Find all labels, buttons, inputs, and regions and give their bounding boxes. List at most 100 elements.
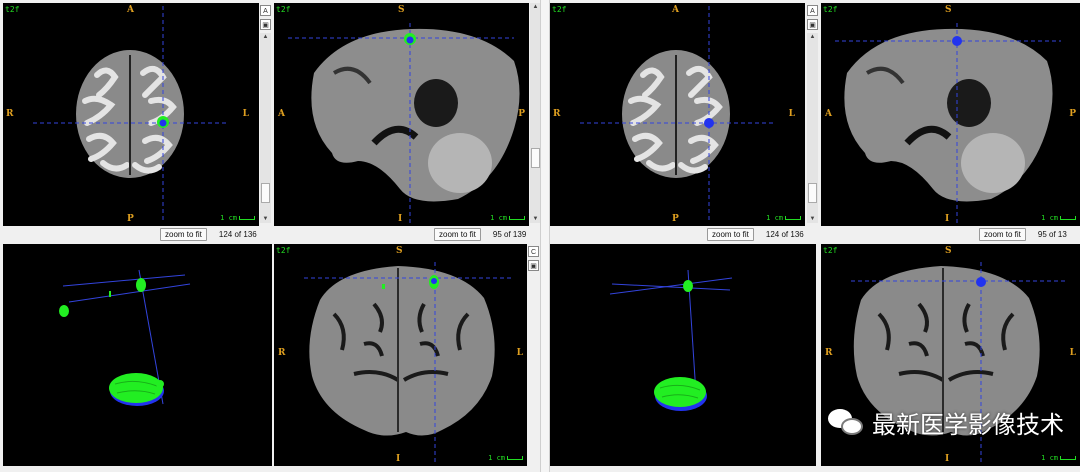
pane-separator[interactable]	[540, 0, 550, 472]
scroll-thumb[interactable]	[261, 183, 270, 203]
axial-slice-image	[33, 6, 229, 223]
scroll-down-icon[interactable]: ▼	[530, 215, 540, 223]
sagittal-status-bar: zoom to fit 95 of 13	[979, 227, 1067, 241]
scale-label: 1 cm	[488, 454, 505, 462]
scroll-down-icon[interactable]: ▼	[807, 215, 818, 223]
axial-scrollbar[interactable]: ▲ ▼	[260, 33, 271, 223]
slice-index-label: 95 of 139	[492, 229, 527, 239]
orient-bottom-label: P	[127, 214, 134, 224]
sagittal-view[interactable]: t2f S I A P 1 cm	[274, 3, 529, 226]
scale-bar: 1 cm	[1041, 214, 1076, 222]
right-viewer-pane: t2f A P R L 1 cm A ▣ ▲ ▼ t2f S I A P 1 c…	[550, 0, 1080, 472]
camera-icon[interactable]: ▣	[528, 260, 539, 271]
zoom-to-fit-button[interactable]: zoom to fit	[707, 227, 754, 241]
scroll-up-icon[interactable]: ▲	[530, 3, 540, 11]
render-3d-view[interactable]	[3, 244, 272, 466]
zoom-to-fit-button[interactable]: zoom to fit	[434, 227, 481, 241]
orient-right-label: L	[1069, 348, 1076, 358]
sequence-label: t2f	[276, 246, 291, 255]
orient-bottom-label: I	[396, 454, 401, 464]
scale-label: 1 cm	[490, 214, 507, 222]
sagittal-scroll-column: ▲ ▼	[529, 3, 540, 226]
orient-right-label: P	[1069, 109, 1076, 119]
sequence-label: t2f	[5, 5, 20, 14]
orient-top-label: S	[945, 246, 952, 256]
scroll-up-icon[interactable]: ▲	[260, 33, 271, 41]
left-viewer-pane: t2f A P R L 1 cm A ▣ ▲ ▼ t2f S I A P 1 c…	[0, 0, 540, 472]
orient-right-label: L	[788, 109, 795, 119]
axial-view[interactable]: t2f A P R L 1 cm	[3, 3, 259, 226]
sagittal-slice-image	[835, 23, 1061, 223]
orient-left-label: A	[278, 109, 285, 119]
orient-top-label: A	[127, 5, 134, 15]
scale-bar: 1 cm	[220, 214, 255, 222]
camera-icon[interactable]: ▣	[807, 19, 818, 30]
orient-right-label: L	[242, 109, 249, 119]
scale-bar-icon	[1060, 216, 1076, 220]
axis-c-button[interactable]: C	[528, 246, 539, 257]
scale-label: 1 cm	[1041, 454, 1058, 462]
orient-bottom-label: I	[945, 214, 950, 224]
axis-a-button[interactable]: A	[260, 5, 271, 16]
render-3d-image	[59, 269, 191, 406]
scale-bar-icon	[785, 216, 801, 220]
slice-index-label: 95 of 13	[1037, 229, 1067, 239]
zoom-to-fit-button[interactable]: zoom to fit	[979, 227, 1026, 241]
orient-bottom-label: I	[945, 454, 950, 464]
orient-left-label: R	[553, 109, 561, 119]
sequence-label: t2f	[552, 5, 567, 14]
orient-left-label: R	[6, 109, 14, 119]
coronal-toolbar: C ▣	[527, 244, 540, 466]
scale-bar: 1 cm	[766, 214, 801, 222]
view-toolbar: A ▣ ▲ ▼	[806, 3, 820, 226]
sagittal-status-bar: zoom to fit 95 of 139	[434, 227, 526, 241]
scale-bar-icon	[239, 216, 255, 220]
axial-slice-image	[580, 6, 774, 223]
orient-top-label: S	[398, 5, 405, 15]
orient-right-label: L	[516, 348, 523, 358]
sagittal-slice-image	[288, 23, 520, 223]
axial-status-bar: zoom to fit 124 of 136	[160, 227, 257, 241]
scale-label: 1 cm	[1041, 214, 1058, 222]
scale-bar: 1 cm	[488, 454, 523, 462]
slice-index-label: 124 of 136	[218, 229, 257, 239]
orient-top-label: S	[396, 246, 403, 256]
scroll-thumb[interactable]	[531, 148, 540, 168]
sequence-label: t2f	[823, 5, 838, 14]
scale-bar-icon	[509, 216, 525, 220]
render-3d-image	[609, 269, 733, 411]
orient-left-label: A	[825, 109, 832, 119]
scroll-up-icon[interactable]: ▲	[807, 33, 818, 41]
slice-index-label: 124 of 136	[765, 229, 804, 239]
sagittal-view[interactable]: t2f S I A P 1 cm	[821, 3, 1080, 226]
scroll-thumb[interactable]	[808, 183, 817, 203]
scale-bar: 1 cm	[490, 214, 525, 222]
camera-icon[interactable]: ▣	[260, 19, 271, 30]
scale-label: 1 cm	[220, 214, 237, 222]
orient-top-label: A	[672, 5, 679, 15]
view-toolbar: A ▣ ▲ ▼	[259, 3, 273, 226]
axial-scrollbar[interactable]: ▲ ▼	[807, 33, 818, 223]
axial-view[interactable]: t2f A P R L 1 cm	[550, 3, 805, 226]
watermark-text: 最新医学影像技术	[872, 411, 1064, 439]
scale-bar-icon	[1060, 456, 1076, 460]
orient-bottom-label: I	[398, 214, 403, 224]
orient-right-label: P	[518, 109, 525, 119]
render-3d-view[interactable]	[550, 244, 816, 466]
sagittal-scrollbar[interactable]: ▲ ▼	[530, 3, 540, 223]
orient-left-label: R	[825, 348, 833, 358]
orient-top-label: S	[945, 5, 952, 15]
zoom-to-fit-button[interactable]: zoom to fit	[160, 227, 207, 241]
orient-left-label: R	[278, 348, 286, 358]
scale-label: 1 cm	[766, 214, 783, 222]
orient-bottom-label: P	[672, 214, 679, 224]
watermark: 最新医学影像技术	[828, 405, 1064, 440]
sequence-label: t2f	[276, 5, 291, 14]
axial-status-bar: zoom to fit 124 of 136	[707, 227, 804, 241]
sequence-label: t2f	[823, 246, 838, 255]
axis-a-button[interactable]: A	[807, 5, 818, 16]
scroll-down-icon[interactable]: ▼	[260, 215, 271, 223]
coronal-view[interactable]: t2f S I R L 1 cm	[274, 244, 527, 466]
wechat-icon	[828, 408, 864, 437]
scale-bar: 1 cm	[1041, 454, 1076, 462]
